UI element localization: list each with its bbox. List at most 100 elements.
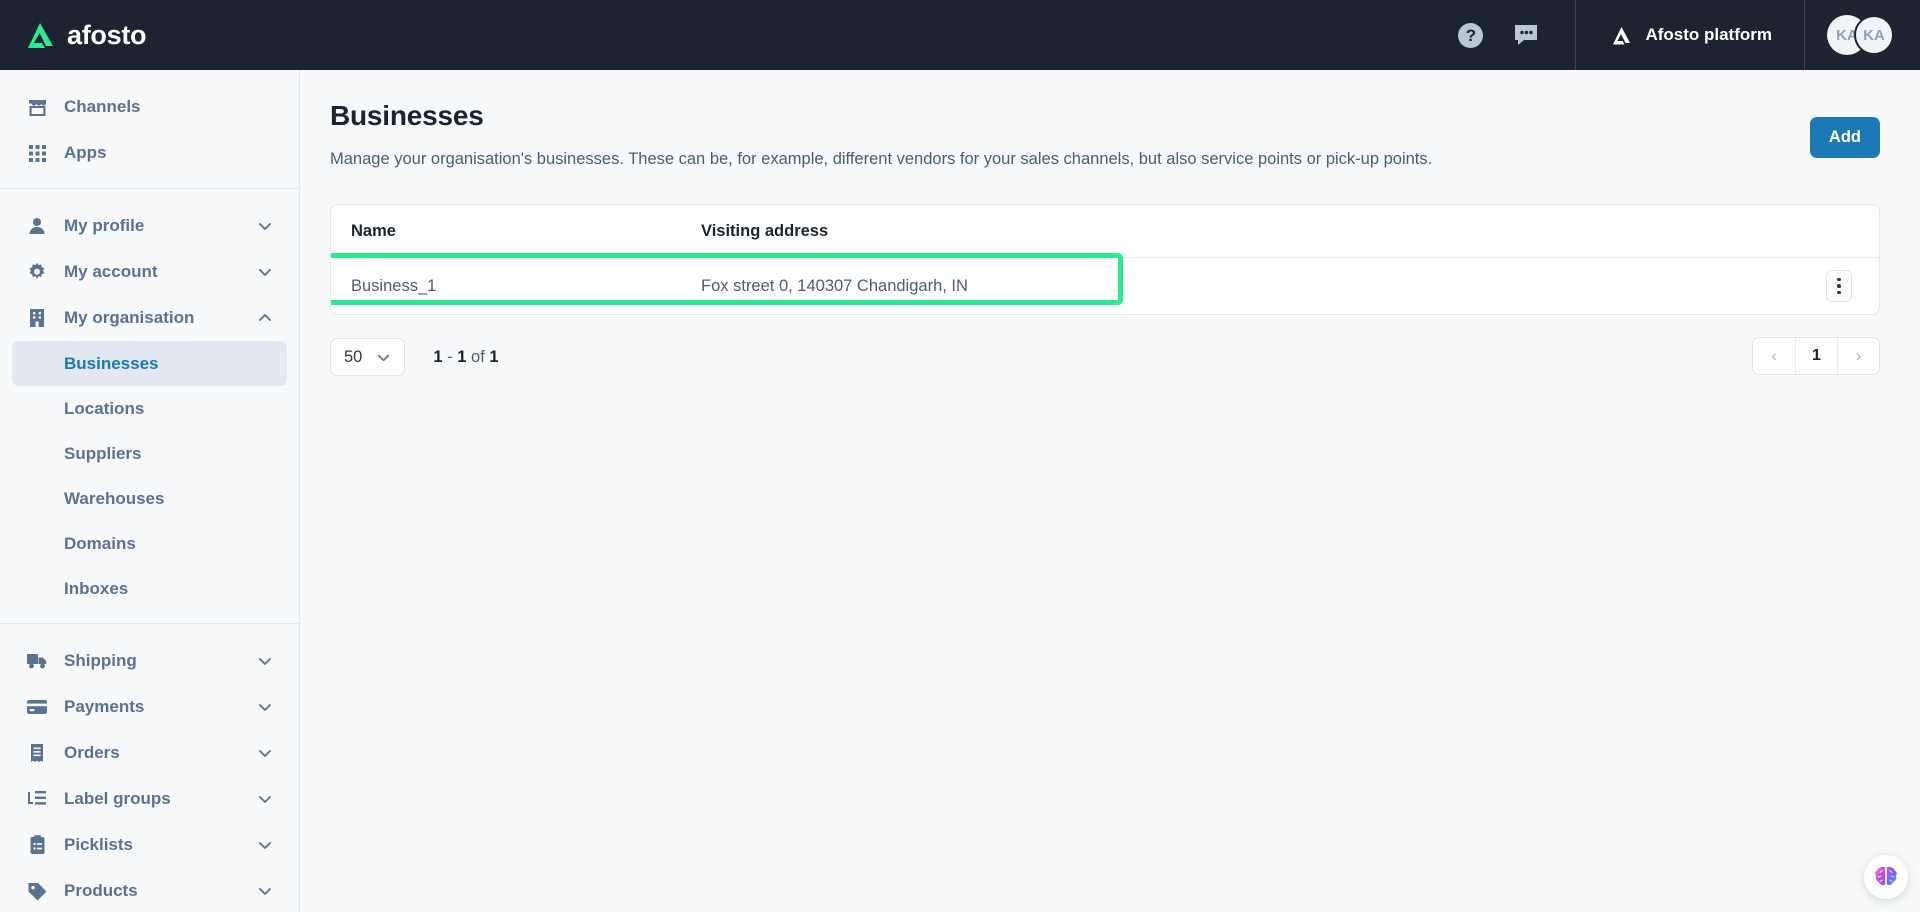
chevron-down-icon xyxy=(259,796,271,803)
range-of-label: of xyxy=(471,347,485,366)
prev-page-button[interactable]: ‹ xyxy=(1753,338,1795,374)
range-total: 1 xyxy=(489,347,499,366)
column-header-name: Name xyxy=(351,221,396,240)
sidebar-item-picklists[interactable]: Picklists xyxy=(12,822,287,868)
avatar-group[interactable]: KA KA xyxy=(1805,15,1920,55)
brand-logo-link[interactable]: afosto xyxy=(0,20,300,51)
chevron-down-icon xyxy=(259,269,271,276)
truck-icon xyxy=(26,650,48,672)
sidebar-item-apps[interactable]: Apps xyxy=(12,130,287,176)
sidebar-item-locations[interactable]: Locations xyxy=(12,386,287,431)
platform-label: Afosto platform xyxy=(1645,25,1772,44)
table-header-row: Name Visiting address xyxy=(331,205,1879,258)
sidebar-item-label: Label groups xyxy=(64,789,171,808)
chevron-down-icon xyxy=(259,658,271,665)
receipt-icon xyxy=(26,742,48,764)
app-root: afosto ? Afosto platform KA KA Channels … xyxy=(0,0,1920,912)
page-controls: ‹ 1 › xyxy=(1752,337,1880,375)
user-icon xyxy=(26,215,48,237)
chevron-down-icon xyxy=(259,750,271,757)
topbar-icons: ? xyxy=(1458,22,1539,48)
kebab-dot xyxy=(1837,284,1841,288)
chevron-down-icon xyxy=(259,888,271,895)
sidebar-item-label: Payments xyxy=(64,697,145,716)
platform-switcher[interactable]: Afosto platform xyxy=(1575,0,1805,70)
sidebar: Channels Apps My profile My account My o… xyxy=(0,70,300,912)
column-header-visiting-address: Visiting address xyxy=(701,221,829,240)
kebab-dot xyxy=(1837,290,1841,295)
card-icon xyxy=(26,696,48,718)
page-number-button[interactable]: 1 xyxy=(1795,338,1837,374)
chevron-down-icon xyxy=(259,223,271,230)
page-description: Manage your organisation's businesses. T… xyxy=(330,150,1433,168)
tag-icon xyxy=(26,880,48,902)
sidebar-item-label: Apps xyxy=(64,143,107,162)
sidebar-item-domains[interactable]: Domains xyxy=(12,521,287,566)
sidebar-group-operations: Shipping Payments Orders Label groups Pi… xyxy=(0,623,299,912)
kebab-dot xyxy=(1837,277,1841,282)
clipboard-icon xyxy=(26,834,48,856)
sidebar-item-label: Orders xyxy=(64,743,120,762)
chevron-down-icon xyxy=(259,704,271,711)
per-page-select[interactable]: 50 xyxy=(330,338,406,376)
result-range: 1 - 1 of 1 xyxy=(433,348,498,367)
sidebar-sub-label: Warehouses xyxy=(64,488,165,508)
row-actions xyxy=(1799,270,1879,302)
sidebar-item-my-account[interactable]: My account xyxy=(12,249,287,295)
range-start: 1 xyxy=(433,347,443,366)
cell-visiting-address: Fox street 0, 140307 Chandigarh, IN xyxy=(701,276,968,295)
next-page-button[interactable]: › xyxy=(1837,338,1879,374)
sidebar-sub-label: Businesses xyxy=(64,353,159,373)
sidebar-item-payments[interactable]: Payments xyxy=(12,684,287,730)
sidebar-item-orders[interactable]: Orders xyxy=(12,730,287,776)
afosto-mark-icon xyxy=(1613,26,1631,44)
storefront-icon xyxy=(26,96,48,118)
avatar[interactable]: KA xyxy=(1854,15,1894,55)
sidebar-item-label: Products xyxy=(64,881,138,900)
per-page-value: 50 xyxy=(344,347,363,366)
afosto-logo-icon xyxy=(28,23,53,48)
sidebar-item-products[interactable]: Products xyxy=(12,868,287,912)
label-list-icon xyxy=(26,788,48,810)
sidebar-item-label: Shipping xyxy=(64,651,137,670)
sidebar-item-my-organisation[interactable]: My organisation xyxy=(12,295,287,341)
grid-icon xyxy=(26,142,48,164)
brand-name: afosto xyxy=(67,19,147,50)
sidebar-sub-label: Inboxes xyxy=(64,578,129,598)
cell-name: Business_1 xyxy=(351,276,437,295)
sidebar-item-label: My account xyxy=(64,262,158,281)
sidebar-item-warehouses[interactable]: Warehouses xyxy=(12,476,287,521)
chevron-down-icon xyxy=(259,842,271,849)
sidebar-item-label: Picklists xyxy=(64,835,133,854)
sidebar-item-channels[interactable]: Channels xyxy=(12,84,287,130)
ai-assistant-button[interactable] xyxy=(1864,855,1908,899)
sidebar-item-suppliers[interactable]: Suppliers xyxy=(12,431,287,476)
sidebar-sub-label: Suppliers xyxy=(64,443,142,463)
range-end: 1 xyxy=(457,347,467,366)
sidebar-item-shipping[interactable]: Shipping xyxy=(12,638,287,684)
brain-icon xyxy=(1875,866,1897,885)
page-header: Businesses Manage your organisation's bu… xyxy=(330,100,1880,169)
sidebar-group-account: My profile My account My organisation Bu… xyxy=(0,188,299,623)
sidebar-item-label: My organisation xyxy=(64,308,195,327)
sidebar-item-inboxes[interactable]: Inboxes xyxy=(12,566,287,611)
range-dash: - xyxy=(447,347,458,366)
chevron-up-icon xyxy=(259,314,271,321)
sidebar-sub-label: Locations xyxy=(64,398,145,418)
sidebar-item-businesses[interactable]: Businesses xyxy=(12,341,287,386)
businesses-table: Name Visiting address Business_1 Fox str… xyxy=(330,204,1880,315)
table-row[interactable]: Business_1 Fox street 0, 140307 Chandiga… xyxy=(331,253,1879,314)
chevron-down-icon xyxy=(378,354,390,361)
chat-bubble-icon xyxy=(1515,25,1538,45)
add-button[interactable]: Add xyxy=(1809,117,1880,158)
sidebar-item-label-groups[interactable]: Label groups xyxy=(12,776,287,822)
sidebar-sub-label: Domains xyxy=(64,533,136,553)
sidebar-item-my-profile[interactable]: My profile xyxy=(12,203,287,249)
main-content: Businesses Manage your organisation's bu… xyxy=(300,70,1920,912)
gear-icon xyxy=(26,261,48,283)
top-bar: afosto ? Afosto platform KA KA xyxy=(0,0,1920,70)
chat-button[interactable] xyxy=(1513,23,1539,47)
page-title: Businesses xyxy=(330,100,484,131)
row-menu-button[interactable] xyxy=(1826,270,1852,302)
help-button[interactable]: ? xyxy=(1458,22,1484,48)
